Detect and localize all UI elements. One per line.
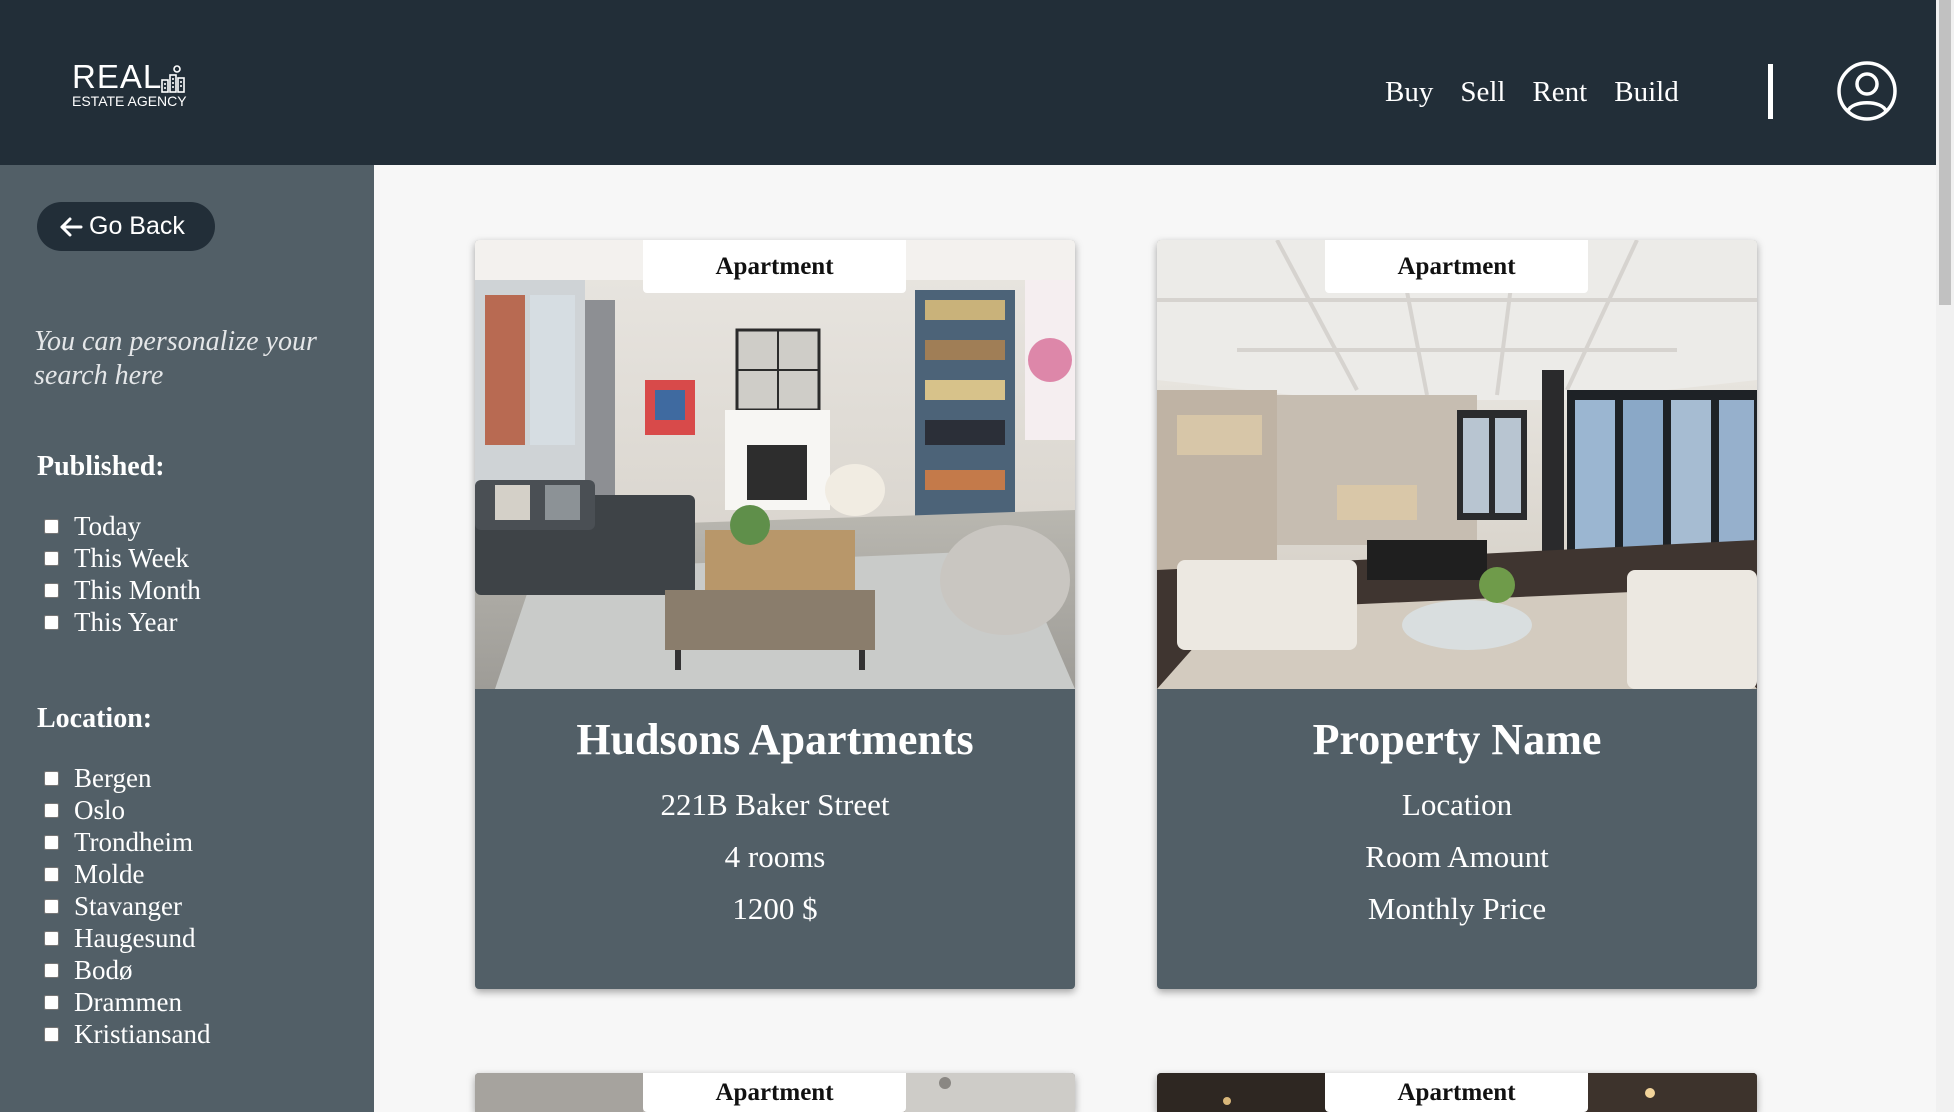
checkbox[interactable] bbox=[44, 802, 59, 818]
property-price: 1200 $ bbox=[732, 891, 818, 926]
property-price: Monthly Price bbox=[1367, 891, 1547, 926]
listing-info: Property Name Location Room Amount Month… bbox=[1157, 689, 1757, 989]
user-profile-icon[interactable] bbox=[1836, 60, 1898, 122]
filter-option-today[interactable]: Today bbox=[44, 510, 201, 542]
filter-option-molde[interactable]: Molde bbox=[44, 858, 210, 890]
checkbox[interactable] bbox=[44, 770, 59, 786]
checkbox[interactable] bbox=[44, 898, 59, 914]
nav-sell[interactable]: Sell bbox=[1460, 72, 1505, 112]
filter-option-label: Bergen bbox=[74, 762, 152, 793]
property-rooms: 4 rooms bbox=[724, 839, 826, 874]
filter-option-bodo[interactable]: Bodø bbox=[44, 954, 210, 986]
scrollbar-thumb[interactable] bbox=[1939, 0, 1951, 305]
filter-option-haugesund[interactable]: Haugesund bbox=[44, 922, 210, 954]
filter-option-label: Trondheim bbox=[74, 826, 194, 857]
filter-option-bergen[interactable]: Bergen bbox=[44, 762, 210, 794]
filter-option-label: This Month bbox=[74, 574, 201, 605]
filter-option-label: This Week bbox=[74, 542, 190, 573]
checkbox[interactable] bbox=[44, 518, 59, 534]
property-name: Hudsons Apartments bbox=[576, 715, 974, 764]
filter-option-label: Drammen bbox=[74, 986, 182, 1017]
page-scrollbar[interactable] bbox=[1936, 0, 1954, 1112]
property-type-badge: Apartment bbox=[643, 240, 906, 293]
checkbox[interactable] bbox=[44, 834, 59, 850]
published-filter-list: Today This Week This Month This Year bbox=[44, 510, 201, 638]
listing-photo[interactable] bbox=[475, 240, 1075, 689]
location-filter-title: Location: bbox=[37, 703, 153, 734]
filter-option-trondheim[interactable]: Trondheim bbox=[44, 826, 210, 858]
filter-option-this-year[interactable]: This Year bbox=[44, 606, 201, 638]
checkbox[interactable] bbox=[44, 866, 59, 882]
filter-option-label: Oslo bbox=[74, 794, 126, 825]
property-type-badge: Apartment bbox=[643, 1073, 906, 1112]
arrow-left-icon bbox=[60, 217, 83, 236]
checkbox[interactable] bbox=[44, 930, 59, 946]
site-header: REAL ESTATE AGENCY Buy Sell Rent Build bbox=[0, 0, 1936, 165]
checkbox[interactable] bbox=[44, 994, 59, 1010]
property-name: Property Name bbox=[1312, 715, 1602, 764]
filter-option-label: Today bbox=[74, 510, 142, 541]
nav-build[interactable]: Build bbox=[1614, 72, 1678, 112]
filter-option-kristiansand[interactable]: Kristiansand bbox=[44, 1018, 210, 1050]
checkbox[interactable] bbox=[44, 614, 59, 630]
agency-logo[interactable]: REAL ESTATE AGENCY bbox=[72, 60, 188, 112]
building-icon bbox=[161, 65, 185, 93]
location-filter-list: Bergen Oslo Trondheim Molde Stavanger Ha… bbox=[44, 762, 210, 1050]
living-room-photo bbox=[1157, 240, 1757, 689]
living-room-photo bbox=[475, 240, 1075, 689]
property-rooms: Room Amount bbox=[1365, 839, 1549, 874]
filter-option-stavanger[interactable]: Stavanger bbox=[44, 890, 210, 922]
logo-line-2: ESTATE AGENCY bbox=[72, 93, 187, 109]
go-back-label: Go Back bbox=[89, 212, 185, 240]
filter-option-label: Molde bbox=[74, 858, 145, 889]
checkbox[interactable] bbox=[44, 1026, 59, 1042]
checkbox[interactable] bbox=[44, 962, 59, 978]
nav-divider bbox=[1768, 64, 1773, 119]
listing-photo[interactable] bbox=[1157, 240, 1757, 689]
listing-card[interactable]: Apartment Property Name Location Room Am… bbox=[1157, 240, 1757, 989]
filter-option-this-week[interactable]: This Week bbox=[44, 542, 201, 574]
go-back-button[interactable]: Go Back bbox=[37, 202, 215, 251]
nav-buy[interactable]: Buy bbox=[1385, 72, 1433, 112]
main-nav: Buy Sell Rent Build bbox=[1385, 72, 1679, 112]
filter-option-this-month[interactable]: This Month bbox=[44, 574, 201, 606]
filter-sidebar: Go Back You can personalize your search … bbox=[0, 165, 374, 1112]
property-location: Location bbox=[1401, 787, 1513, 822]
filter-option-label: This Year bbox=[74, 606, 178, 637]
filter-option-label: Stavanger bbox=[74, 890, 182, 921]
filter-option-label: Bodø bbox=[74, 954, 133, 985]
checkbox[interactable] bbox=[44, 550, 59, 566]
listing-card[interactable]: Apartment bbox=[475, 1073, 1075, 1112]
property-type-badge: Apartment bbox=[1325, 1073, 1588, 1112]
property-location: 221B Baker Street bbox=[660, 787, 890, 822]
nav-rent[interactable]: Rent bbox=[1532, 72, 1587, 112]
listing-card[interactable]: Apartment bbox=[1157, 1073, 1757, 1112]
listing-info: Hudsons Apartments 221B Baker Street 4 r… bbox=[475, 689, 1075, 989]
filter-option-oslo[interactable]: Oslo bbox=[44, 794, 210, 826]
filter-option-label: Haugesund bbox=[74, 922, 196, 953]
property-type-badge: Apartment bbox=[1325, 240, 1588, 293]
logo-line-1: REAL bbox=[72, 58, 163, 95]
checkbox[interactable] bbox=[44, 582, 59, 598]
filter-option-label: Kristiansand bbox=[74, 1018, 211, 1049]
personalize-hint: You can personalize your search here bbox=[34, 326, 317, 391]
listing-card[interactable]: Apartment Hudsons Apartments 221B Baker … bbox=[475, 240, 1075, 989]
published-filter-title: Published: bbox=[37, 451, 165, 482]
filter-option-drammen[interactable]: Drammen bbox=[44, 986, 210, 1018]
